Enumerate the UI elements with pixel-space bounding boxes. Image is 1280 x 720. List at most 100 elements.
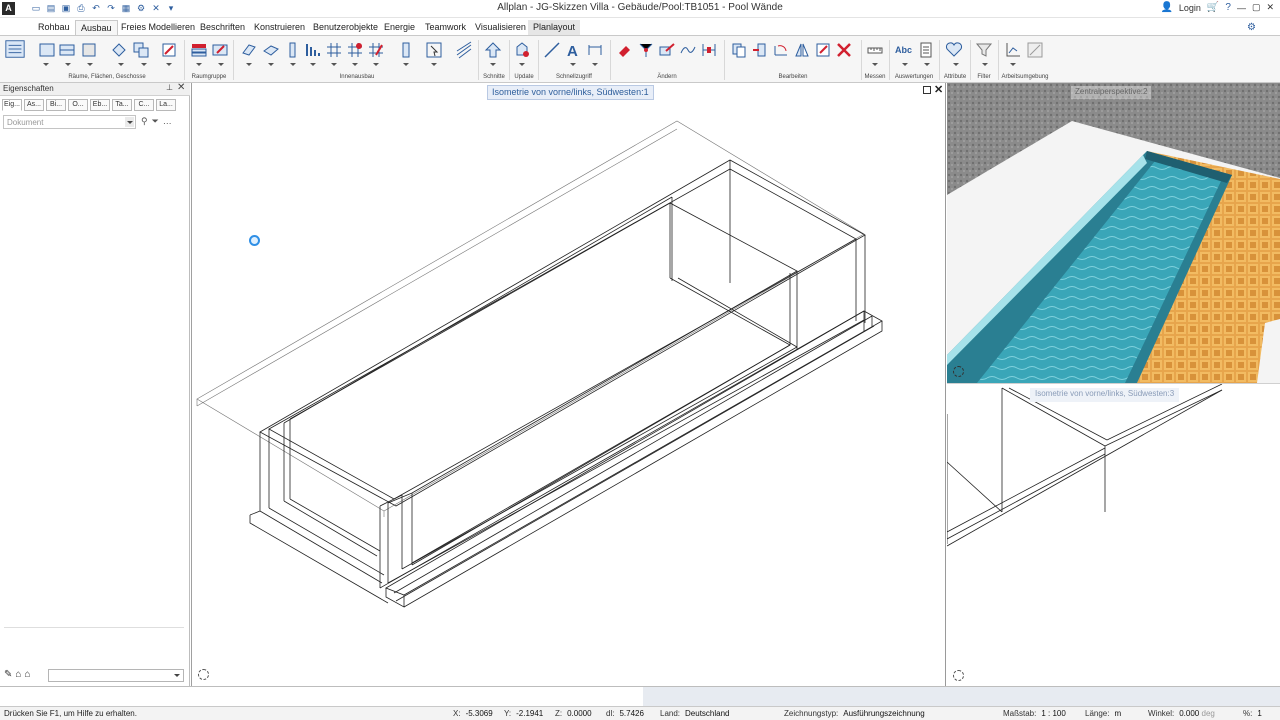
tab-visualisieren[interactable]: Visualisieren: [470, 20, 531, 36]
main-viewport[interactable]: Isometrie von vorne/links, Südwesten:1 ✕: [191, 83, 946, 686]
dimension-icon[interactable]: [586, 41, 608, 61]
section-dropdown[interactable]: [490, 63, 496, 67]
workspace-icon[interactable]: [1004, 41, 1026, 61]
mirror-icon[interactable]: [793, 41, 815, 61]
panel-tab-layer[interactable]: La...: [156, 99, 176, 111]
wall-finish-dropdown[interactable]: [290, 63, 296, 67]
tab-beschriften[interactable]: Beschriften: [195, 20, 250, 36]
surface-icon[interactable]: [58, 41, 80, 61]
column-dropdown[interactable]: [403, 63, 409, 67]
spelling-dropdown[interactable]: [902, 63, 908, 67]
tab-energie[interactable]: Energie: [379, 20, 420, 36]
grid-dropdown[interactable]: [331, 63, 337, 67]
filter-icon[interactable]: [975, 41, 997, 61]
update-dropdown[interactable]: [519, 63, 525, 67]
multi-room-icon[interactable]: [132, 41, 154, 61]
minimize-button[interactable]: —: [1237, 3, 1246, 13]
floor-dropdown[interactable]: [268, 63, 274, 67]
panel-tab-ebenen[interactable]: Eb...: [90, 99, 110, 111]
perspective-viewport[interactable]: Zentralperspektive:2: [947, 83, 1280, 383]
angle-field[interactable]: Winkel: 0.000 deg: [1148, 709, 1215, 718]
window-layout-icon[interactable]: [1026, 41, 1048, 61]
search-icon[interactable]: ⚲: [141, 116, 148, 127]
ceiling-dropdown[interactable]: [246, 63, 252, 67]
wall-finish-icon[interactable]: [284, 41, 306, 61]
viewport-label[interactable]: Isometrie von vorne/links, Südwesten:3: [1030, 388, 1180, 402]
panel-tab-bibliothek[interactable]: Bi...: [46, 99, 66, 111]
percent-field[interactable]: %: 1: [1243, 709, 1262, 718]
storey-icon[interactable]: [80, 41, 102, 61]
scale-field[interactable]: Maßstab: 1 : 100: [1003, 709, 1066, 718]
help-icon[interactable]: ?: [1225, 2, 1231, 13]
close-icon[interactable]: ✕: [177, 82, 185, 93]
ribbon-settings-icon[interactable]: ⚙: [1247, 22, 1256, 33]
document-select[interactable]: Dokument: [3, 115, 136, 129]
room-arrow-icon[interactable]: [110, 41, 132, 61]
room-icon[interactable]: [38, 41, 60, 61]
room-group-edit-icon[interactable]: [211, 41, 233, 61]
tab-planlayout[interactable]: Planlayout: [528, 20, 581, 36]
scale-icon[interactable]: [814, 41, 836, 61]
finish-assign-icon[interactable]: [346, 41, 368, 61]
panel-tab-eigenschaften[interactable]: Eig...: [2, 99, 22, 111]
tab-ausbau[interactable]: Ausbau: [75, 20, 118, 36]
baseboard-dropdown[interactable]: [310, 63, 316, 67]
panel-tab-assistent[interactable]: As...: [24, 99, 44, 111]
ceiling-icon[interactable]: [240, 41, 262, 61]
finish-assign-dropdown[interactable]: [352, 63, 358, 67]
favorite-select[interactable]: [48, 669, 184, 682]
panel-tab-tasks[interactable]: Ta...: [112, 99, 132, 111]
library-icon[interactable]: [4, 38, 28, 64]
pipette-icon[interactable]: ✎: [4, 669, 12, 680]
pool-wireframe[interactable]: [192, 83, 947, 686]
delete-icon[interactable]: [835, 41, 857, 61]
attribute-dropdown[interactable]: [953, 63, 959, 67]
dimension-dropdown[interactable]: [592, 63, 598, 67]
close-button[interactable]: ✕: [1266, 2, 1274, 13]
workspace-dropdown[interactable]: [1010, 63, 1016, 67]
spelling-abc-icon[interactable]: Abc: [895, 41, 917, 61]
room-group-edit-dropdown[interactable]: [218, 63, 224, 67]
filter-icon[interactable]: ⏷: [152, 116, 159, 127]
filter-dropdown[interactable]: [982, 63, 988, 67]
maximize-button[interactable]: ▢: [1252, 2, 1261, 13]
navigation-icon[interactable]: [198, 669, 209, 680]
trim-icon[interactable]: [637, 41, 659, 61]
favorite-icon[interactable]: ⌂: [24, 669, 30, 680]
tab-rohbau[interactable]: Rohbau: [33, 20, 75, 36]
modify-room-icon[interactable]: [160, 41, 182, 61]
command-line[interactable]: [0, 686, 1280, 706]
surface-dropdown[interactable]: [65, 63, 71, 67]
user-icon[interactable]: 👤: [1160, 2, 1172, 13]
viewport-label[interactable]: Zentralperspektive:2: [1071, 86, 1152, 99]
select-room-icon[interactable]: [425, 41, 447, 61]
measure-icon[interactable]: [866, 41, 888, 61]
floor-icon[interactable]: [262, 41, 284, 61]
baseboard-icon[interactable]: [304, 41, 326, 61]
move-icon[interactable]: [751, 41, 773, 61]
report-dropdown[interactable]: [924, 63, 930, 67]
tab-teamwork[interactable]: Teamwork: [420, 20, 471, 36]
tab-konstruieren[interactable]: Konstruieren: [249, 20, 310, 36]
room-group-dropdown[interactable]: [196, 63, 202, 67]
text-icon[interactable]: A: [564, 41, 586, 61]
room-group-icon[interactable]: [190, 41, 212, 61]
room-dropdown[interactable]: [43, 63, 49, 67]
select-room-dropdown[interactable]: [431, 63, 437, 67]
text-dropdown[interactable]: [570, 63, 576, 67]
chevron-down-icon[interactable]: [125, 117, 134, 127]
attribute-icon[interactable]: [945, 41, 967, 61]
login-link[interactable]: Login: [1179, 3, 1201, 13]
grid-icon[interactable]: [325, 41, 347, 61]
storey-dropdown[interactable]: [87, 63, 93, 67]
tab-freies-modellieren[interactable]: Freies Modellieren: [116, 20, 200, 36]
cart-icon[interactable]: 🛒: [1207, 2, 1219, 13]
navigation-icon[interactable]: [953, 670, 964, 681]
multi-room-dropdown[interactable]: [141, 63, 147, 67]
line-icon[interactable]: [543, 41, 565, 61]
drawing-type-field[interactable]: Zeichnungstyp: Ausführungszeichnung: [784, 709, 925, 718]
update-icon[interactable]: [513, 41, 535, 61]
rotate-icon[interactable]: [772, 41, 794, 61]
curve-icon[interactable]: [679, 41, 701, 61]
split-icon[interactable]: [700, 41, 722, 61]
